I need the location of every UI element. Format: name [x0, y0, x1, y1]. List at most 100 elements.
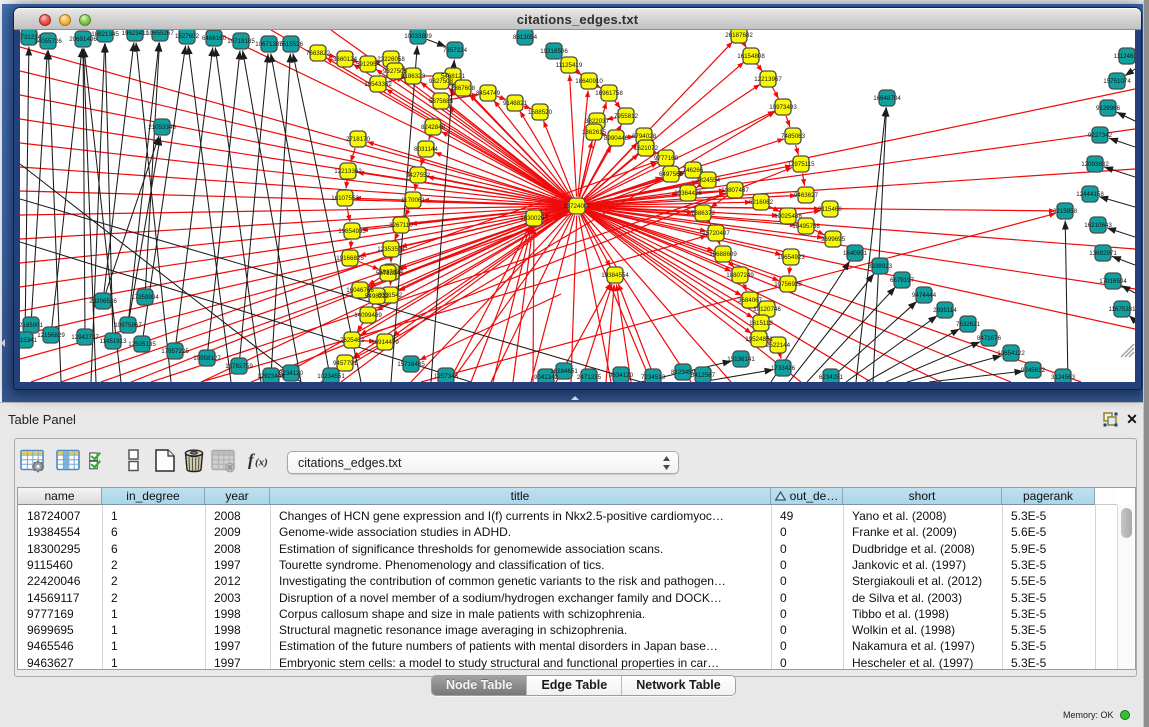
table-row[interactable]: 946554611997Estimation of the future num… — [18, 638, 1114, 654]
graph-edge[interactable] — [449, 226, 530, 382]
graph-node-label: 17957225 — [161, 348, 189, 355]
cell-out_de: 0 — [771, 590, 843, 606]
graph-node-label: 10958127 — [193, 355, 221, 362]
table-row[interactable]: 1456911722003Disruption of a novel membe… — [18, 590, 1114, 606]
split-divider-collapse-icon[interactable] — [571, 396, 579, 400]
table-scrollbar[interactable] — [1117, 505, 1134, 669]
graph-edge[interactable] — [239, 54, 268, 367]
graph-edge[interactable] — [873, 108, 887, 383]
tab-edge-table[interactable]: Edge Table — [527, 676, 622, 695]
cell-title: Corpus callosum shape and size in male p… — [270, 606, 771, 622]
graph-edge[interactable] — [207, 50, 240, 358]
column-header-year[interactable]: year — [205, 488, 270, 505]
graph-edge[interactable] — [533, 228, 534, 383]
column-header-in_degree[interactable]: in_degree — [102, 488, 205, 505]
column-header-short[interactable]: short — [843, 488, 1002, 505]
graph-edge[interactable] — [1065, 221, 1068, 383]
cell-in_degree: 2 — [102, 573, 205, 589]
table-row[interactable]: 911546021997Tourette syndrome. Phenomeno… — [18, 557, 1114, 573]
graph-node-label: 19654933 — [338, 228, 366, 235]
edge-arrowhead-icon — [344, 182, 349, 189]
graph-node-label: 11675331 — [1108, 306, 1135, 313]
cell-pagerank: 5.3E-5 — [1002, 655, 1095, 671]
function-builder-icon[interactable]: f (x) — [247, 448, 271, 473]
network-window-titlebar[interactable]: citations_edges.txt — [14, 8, 1141, 30]
column-header-name[interactable]: name — [18, 488, 102, 505]
cell-title: Estimation of significance thresholds fo… — [270, 541, 771, 557]
table-row[interactable]: 1938455462009Genome‑wide association stu… — [18, 524, 1114, 540]
graph-node-label: 14055726 — [34, 38, 62, 45]
network-table-selector[interactable]: citations_edges.txt — [287, 451, 679, 474]
table-row[interactable]: 1872400712008Changes of HCN gene express… — [18, 508, 1114, 524]
graph-edge[interactable] — [929, 371, 1024, 382]
graph-node-label: 5498222 — [365, 293, 390, 300]
cell-out_de: 0 — [771, 557, 843, 573]
network-canvas[interactable]: 7731234140557262069140618821345196234111… — [20, 30, 1135, 382]
edge-arrowhead-icon — [567, 75, 572, 82]
graph-edge[interactable] — [128, 42, 159, 325]
tab-node-table[interactable]: Node Table — [432, 676, 527, 695]
import-table-icon[interactable] — [211, 448, 238, 473]
graph-edge[interactable] — [513, 227, 533, 382]
edge-arrowhead-icon — [520, 111, 526, 118]
table-row[interactable]: 946362711997Embryonic stem cells: a mode… — [18, 655, 1114, 671]
graph-node-label: 18495758 — [792, 223, 820, 230]
graph-node-label: 7886372 — [691, 210, 716, 217]
new-column-icon[interactable] — [89, 448, 107, 473]
float-window-icon[interactable] — [1103, 412, 1118, 427]
graph-node-label: 10033809 — [404, 33, 432, 40]
table-panel-body: f (x) citations_edges.txt namein_degreey… — [14, 438, 1137, 677]
network-window[interactable]: citations_edges.txt 77312341405572620691… — [14, 8, 1141, 389]
node-table[interactable]: namein_degreeyeartitleout_de…shortpagera… — [17, 487, 1136, 670]
graph-edge[interactable] — [25, 47, 29, 341]
graph-node-label: 5678334 — [376, 270, 401, 277]
cell-name: 9115460 — [18, 557, 102, 573]
cell-pagerank: 5.9E-5 — [1002, 541, 1095, 557]
cell-year: 1998 — [205, 606, 270, 622]
window-title: citations_edges.txt — [14, 12, 1141, 27]
cell-pagerank: 5.3E-5 — [1002, 606, 1095, 622]
show-columns-icon[interactable] — [56, 448, 83, 473]
delete-table-icon[interactable] — [182, 448, 206, 473]
cell-year: 2012 — [205, 573, 270, 589]
graph-node-label: 9245612 — [1021, 367, 1046, 374]
cell-pagerank: 5.3E-5 — [1002, 622, 1095, 638]
cell-short: Nakamura et al. (1997) — [843, 638, 1002, 654]
graph-edge[interactable] — [570, 75, 577, 197]
graph-node-label: 7234513 — [641, 374, 666, 381]
graph-edge[interactable] — [271, 54, 290, 377]
edge-arrowhead-icon — [817, 230, 824, 235]
graph-node-label: 19218506 — [540, 48, 568, 55]
table-row[interactable]: 1830029562008Estimation of significance … — [18, 541, 1114, 557]
table-settings-icon[interactable] — [20, 448, 47, 473]
table-row[interactable]: 977716911998Corpus callosum shape and si… — [18, 606, 1114, 622]
edge-arrowhead-icon — [499, 95, 506, 100]
cell-name: 9463627 — [18, 655, 102, 671]
new-table-icon[interactable] — [153, 448, 177, 473]
graph-node-label: 10719185 — [227, 38, 255, 45]
canvas-resize-grip[interactable] — [1121, 344, 1134, 357]
column-header-title[interactable]: title — [270, 488, 771, 505]
left-split-collapse-icon[interactable] — [1, 339, 5, 347]
column-header-pagerank[interactable]: pagerank — [1002, 488, 1095, 505]
row-height-icon[interactable] — [122, 448, 146, 473]
column-header-out_de[interactable]: out_de… — [771, 488, 843, 505]
cell-title: Investigating the contribution of common… — [270, 573, 771, 589]
cell-pagerank: 5.3E-5 — [1002, 508, 1095, 524]
graph-edge[interactable] — [20, 191, 568, 206]
graph-edge[interactable] — [571, 216, 577, 383]
graph-node-label: 12975115 — [787, 161, 815, 168]
table-row[interactable]: 2242004622012Investigating the contribut… — [18, 573, 1114, 589]
graph-edge[interactable] — [243, 50, 301, 382]
scrollbar-thumb[interactable] — [1121, 508, 1132, 538]
graph-edge[interactable] — [20, 167, 568, 205]
tab-network-table[interactable]: Network Table — [622, 676, 735, 695]
close-panel-icon[interactable]: ✕ — [1124, 411, 1140, 427]
graph-edge[interactable] — [585, 211, 753, 318]
cell-pagerank: 5.3E-5 — [1002, 638, 1095, 654]
graph-edge[interactable] — [103, 42, 134, 301]
table-row[interactable]: 969969511998Structural magnetic resonanc… — [18, 622, 1114, 638]
graph-edge[interactable] — [582, 214, 691, 382]
graph-node-label: 9129966 — [1096, 105, 1121, 112]
graph-node-label: 2185001 — [20, 322, 44, 329]
